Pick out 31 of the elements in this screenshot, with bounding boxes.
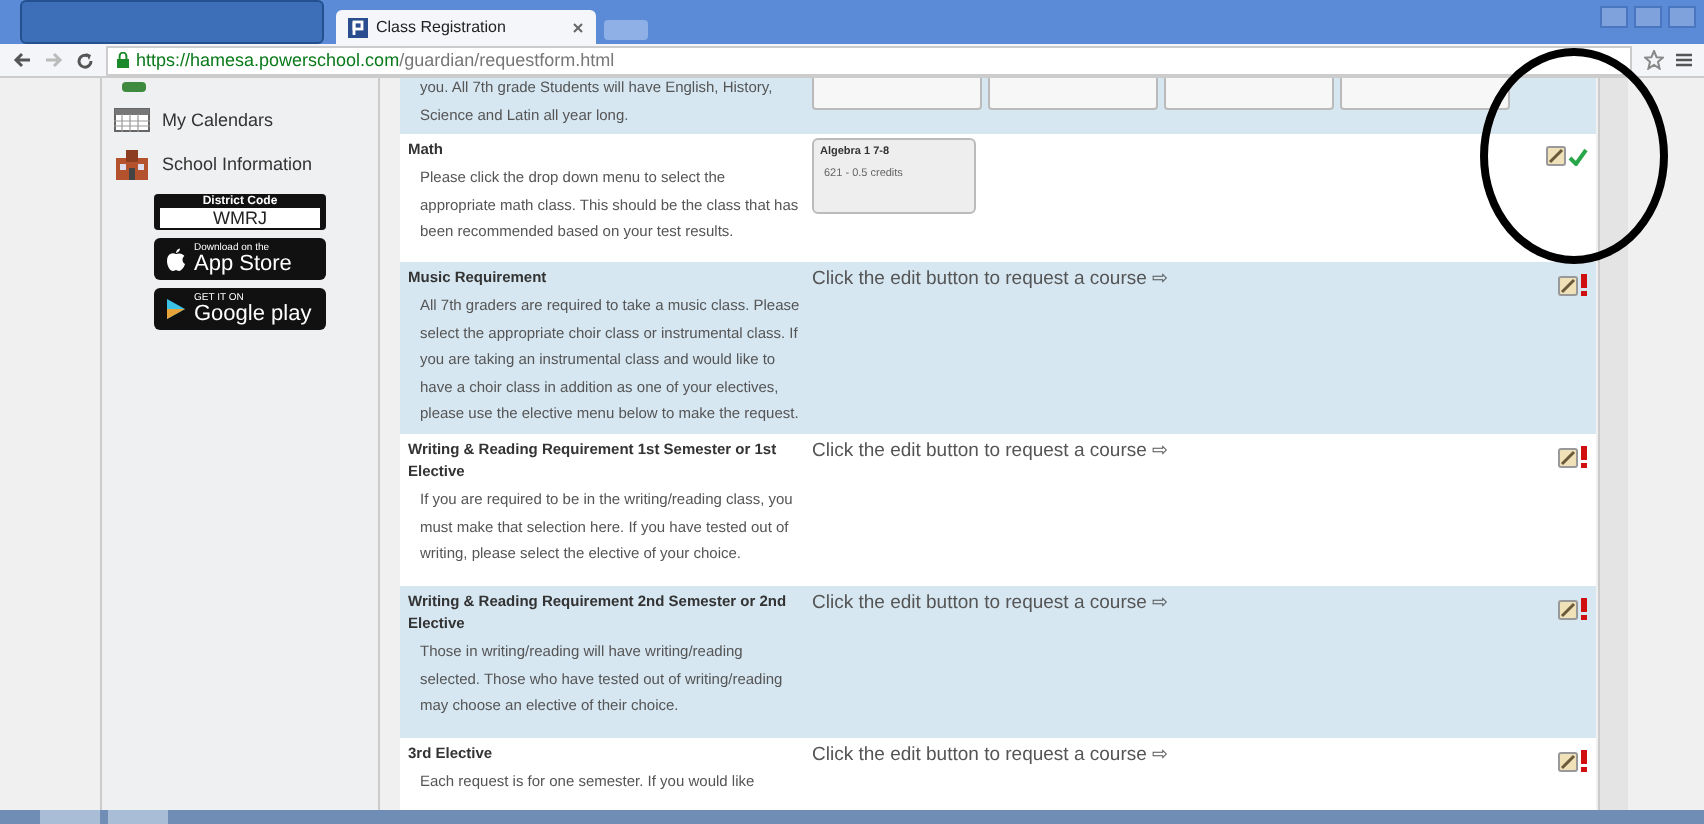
browser-tab[interactable]: Class Registration: [336, 10, 596, 44]
scrollbar[interactable]: [1598, 78, 1628, 810]
edit-pencil-icon[interactable]: [1546, 146, 1566, 166]
p-logo-icon: [348, 17, 368, 37]
minimize-button[interactable]: [1600, 6, 1628, 28]
forward-arrow-icon[interactable]: [44, 52, 64, 68]
sidebar-item[interactable]: School Information: [102, 146, 378, 182]
play-triangle-icon: [166, 298, 186, 320]
apple-icon: [166, 247, 186, 271]
sidebar-item[interactable]: My Calendars: [102, 102, 378, 138]
star-icon[interactable]: [1644, 50, 1664, 70]
edit-pencil-icon[interactable]: [1558, 599, 1578, 619]
lock-icon: [116, 52, 130, 68]
course-slot[interactable]: [1340, 78, 1510, 110]
calendar-icon: [114, 108, 150, 132]
menu-icon[interactable]: [1676, 52, 1692, 68]
reload-icon[interactable]: [76, 51, 94, 69]
school-building-icon: [114, 148, 150, 180]
restore-button[interactable]: [1634, 6, 1662, 28]
request-prompt: Click the edit button to request a course ⇨: [812, 266, 1169, 290]
edit-pencil-icon[interactable]: [1558, 751, 1578, 771]
request-prompt: Click the edit button to request a course ⇨: [812, 742, 1169, 766]
request-prompt: Click the edit button to request a course ⇨: [812, 438, 1169, 462]
back-arrow-icon[interactable]: [12, 52, 32, 68]
close-icon[interactable]: [572, 21, 584, 33]
sidebar-item-icon: [118, 82, 150, 94]
edit-pencil-icon[interactable]: [1558, 275, 1578, 295]
request-prompt: Click the edit button to request a course ⇨: [812, 590, 1169, 614]
address-bar[interactable]: https://hamesa.powerschool.com/guardian/requestform.html: [106, 45, 1632, 75]
close-window-button[interactable]: [1668, 6, 1696, 28]
edit-pencil-icon[interactable]: [1558, 447, 1578, 467]
